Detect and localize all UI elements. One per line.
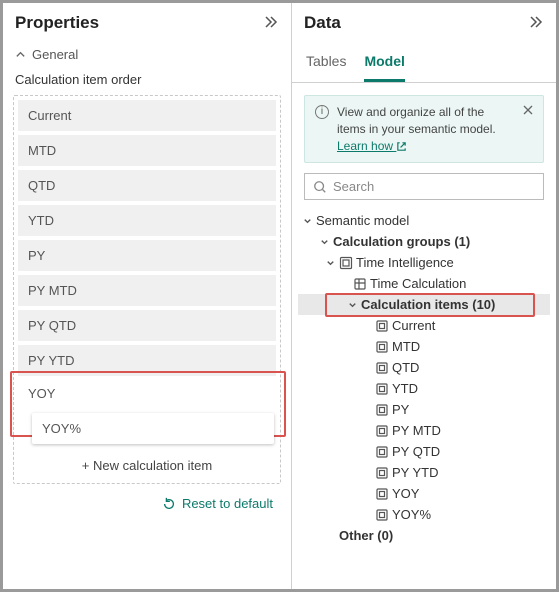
calc-item-icon [375,319,389,333]
order-item[interactable]: YTD [18,205,276,236]
search-icon [313,180,327,194]
tree-time-calculation[interactable]: Time Calculation [298,273,550,294]
calc-item-icon [375,403,389,417]
reset-icon [162,497,176,511]
order-item[interactable]: Current [18,100,276,131]
calc-item-icon [375,466,389,480]
tree-time-intelligence[interactable]: Time Intelligence [298,252,550,273]
tree-leaf[interactable]: Current [298,315,550,336]
reset-label: Reset to default [182,496,273,511]
data-tabs: Tables Model [292,45,556,83]
tree-leaf[interactable]: YOY [298,483,550,504]
search-placeholder: Search [333,179,374,194]
tree-leaf[interactable]: QTD [298,357,550,378]
order-item[interactable]: PY QTD [18,310,276,341]
external-link-icon [396,141,407,152]
tree-leaf[interactable]: YOY% [298,504,550,525]
general-section-toggle[interactable]: General [3,41,291,68]
tab-model[interactable]: Model [364,45,404,82]
calc-item-icon [375,382,389,396]
order-item[interactable]: PY [18,240,276,271]
tree-leaf[interactable]: PY [298,399,550,420]
tree-group[interactable]: Calculation groups (1) [298,231,550,252]
chevron-down-icon [325,257,336,268]
properties-panel: Properties General Calculation item orde… [3,3,292,589]
model-tree: Semantic model Calculation groups (1) Ti… [292,210,556,556]
calc-item-icon [375,361,389,375]
tree-other[interactable]: Other (0) [298,525,550,546]
learn-how-link[interactable]: Learn how [337,139,407,153]
reset-to-default-button[interactable]: Reset to default [3,484,291,523]
chevron-double-right-icon [263,14,279,30]
properties-title: Properties [15,13,99,33]
calc-item-order-list: Current MTD QTD YTD PY PY MTD PY QTD PY … [13,95,281,484]
order-item-dragging[interactable]: YOY% [32,413,274,444]
general-label: General [32,47,78,62]
tree-root[interactable]: Semantic model [298,210,550,231]
chevron-down-icon [302,215,313,226]
order-item[interactable]: PY MTD [18,275,276,306]
order-item[interactable]: QTD [18,170,276,201]
tree-calculation-items[interactable]: Calculation items (10) [298,294,550,315]
tree-leaf[interactable]: PY QTD [298,441,550,462]
properties-header: Properties [3,3,291,41]
order-item[interactable]: PY YTD [18,345,276,376]
close-banner-button[interactable] [523,104,533,116]
order-item[interactable]: YOY [18,380,276,407]
tree-leaf[interactable]: MTD [298,336,550,357]
order-item[interactable]: MTD [18,135,276,166]
column-icon [353,277,367,291]
tree-leaf[interactable]: PY MTD [298,420,550,441]
data-header: Data [292,3,556,41]
calc-group-icon [339,256,353,270]
collapse-properties-button[interactable] [263,14,279,33]
chevron-up-icon [15,49,26,60]
calc-item-order-label: Calculation item order [3,68,291,95]
chevron-double-right-icon [528,14,544,30]
calc-item-icon [375,445,389,459]
info-icon: i [315,105,329,119]
data-panel: Data Tables Model i View and organize al… [292,3,556,589]
calc-item-icon [375,424,389,438]
tree-leaf[interactable]: PY YTD [298,462,550,483]
tree-leaf[interactable]: YTD [298,378,550,399]
calc-item-icon [375,508,389,522]
chevron-down-icon [347,299,358,310]
collapse-data-button[interactable] [528,14,544,33]
new-calc-item-button[interactable]: + New calculation item [18,450,276,479]
close-icon [523,105,533,115]
calc-item-icon [375,340,389,354]
data-title: Data [304,13,341,33]
info-text: View and organize all of the items in yo… [337,104,515,154]
chevron-down-icon [319,236,330,247]
info-banner: i View and organize all of the items in … [304,95,544,163]
search-input[interactable]: Search [304,173,544,200]
calc-item-icon [375,487,389,501]
tab-tables[interactable]: Tables [306,45,346,82]
